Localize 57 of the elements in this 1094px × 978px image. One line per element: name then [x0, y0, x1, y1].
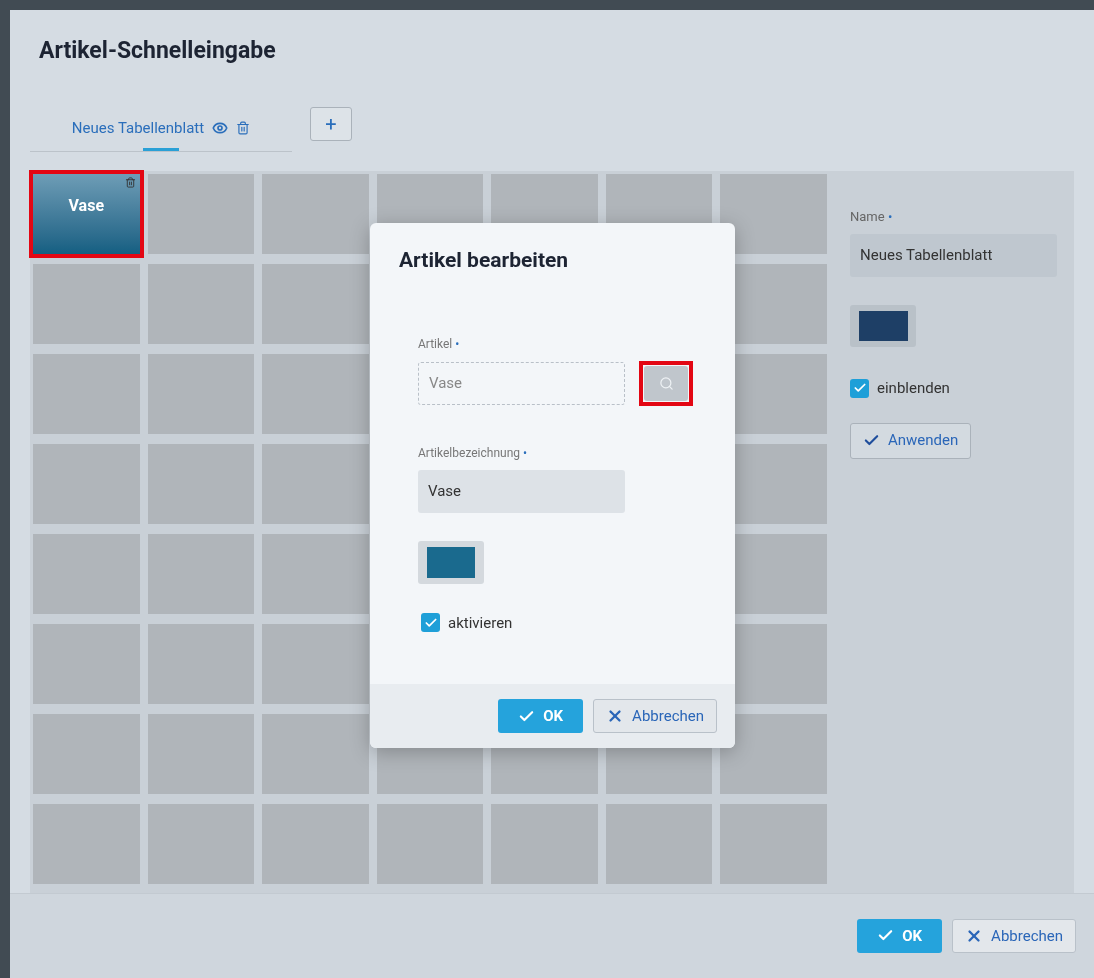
empty-tile[interactable]	[33, 803, 140, 884]
empty-tile[interactable]	[262, 623, 369, 704]
checkbox-label: einblenden	[877, 378, 950, 399]
ok-button[interactable]: OK	[498, 699, 584, 733]
trash-icon[interactable]	[124, 176, 136, 188]
article-tile[interactable]: Vase	[33, 173, 140, 254]
empty-tile[interactable]	[262, 353, 369, 434]
article-field[interactable]: Vase	[418, 361, 625, 405]
empty-tile[interactable]	[33, 443, 140, 524]
color-picker[interactable]	[850, 305, 916, 347]
empty-tile[interactable]	[147, 173, 255, 254]
empty-tile[interactable]	[720, 713, 827, 794]
checkbox[interactable]	[850, 378, 869, 398]
tile-label: Vase	[68, 194, 105, 217]
empty-tile[interactable]	[605, 803, 713, 884]
empty-tile[interactable]	[262, 803, 369, 884]
empty-tile[interactable]	[147, 443, 255, 524]
empty-tile[interactable]	[147, 533, 255, 614]
empty-tile[interactable]	[147, 713, 255, 794]
empty-tile[interactable]	[720, 173, 827, 254]
empty-tile[interactable]	[262, 713, 369, 794]
color-swatch	[427, 546, 475, 578]
dialog-title: Artikel bearbeiten	[399, 247, 570, 274]
empty-tile[interactable]	[262, 443, 369, 524]
trash-icon[interactable]	[236, 121, 251, 136]
color-swatch	[858, 311, 908, 341]
empty-tile[interactable]	[262, 173, 369, 254]
empty-tile[interactable]	[33, 353, 140, 434]
empty-tile[interactable]	[33, 623, 140, 704]
empty-tile[interactable]	[147, 263, 255, 344]
checkbox[interactable]	[421, 613, 440, 633]
empty-tile[interactable]	[33, 263, 140, 344]
empty-tile[interactable]	[262, 263, 369, 344]
cancel-button[interactable]: Abbrechen	[952, 918, 1076, 953]
empty-tile[interactable]	[147, 623, 255, 704]
add-tab-button[interactable]: +	[310, 106, 352, 141]
empty-tile[interactable]	[33, 713, 140, 794]
empty-tile[interactable]	[720, 803, 827, 884]
cancel-button[interactable]: Abbrechen	[593, 699, 717, 733]
checkbox-label: aktivieren	[448, 612, 513, 634]
empty-tile[interactable]	[147, 803, 255, 884]
sheet-tab[interactable]: Neues Tabellenblatt	[71, 117, 251, 151]
field-label: Artikel •	[418, 335, 461, 353]
empty-tile[interactable]	[147, 353, 255, 434]
name-field[interactable]: Neues Tabellenblatt	[850, 234, 1057, 277]
empty-tile[interactable]	[262, 533, 369, 614]
description-field[interactable]: Vase	[418, 469, 625, 513]
ok-button[interactable]: OK	[857, 918, 943, 953]
empty-tile[interactable]	[491, 803, 598, 884]
color-picker[interactable]	[418, 540, 484, 584]
field-label: Artikelbezeichnung •	[418, 444, 529, 462]
field-label: Name •	[850, 207, 893, 226]
apply-button[interactable]: Anwenden	[850, 422, 972, 459]
empty-tile[interactable]	[33, 533, 140, 614]
search-icon	[658, 375, 674, 391]
empty-tile[interactable]	[376, 803, 484, 884]
window-title: Artikel-Schnelleingabe	[38, 36, 277, 66]
